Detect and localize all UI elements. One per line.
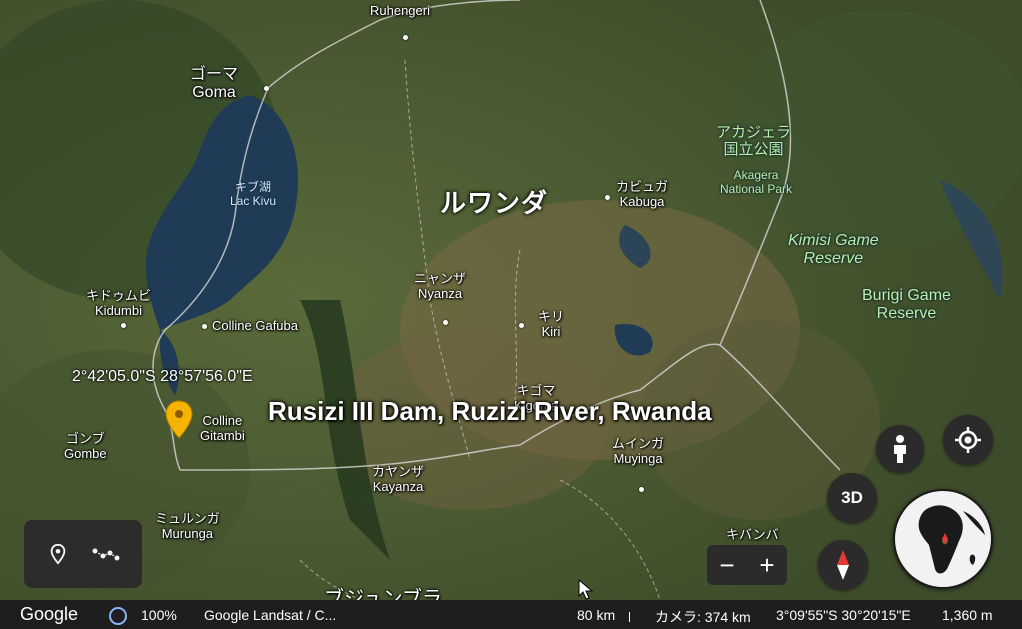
place-name-ja: カヤンザ: [372, 464, 425, 479]
place-name-ja: ゴンブ: [66, 431, 105, 446]
place-kimisi: Kimisi Game Reserve: [788, 232, 879, 269]
place-dot: [403, 35, 408, 40]
place-name-en: Ruhengeri: [370, 3, 430, 18]
place-burigi: Burigi Game Reserve: [862, 287, 951, 324]
place-kibamba: キバンバ: [726, 527, 779, 543]
place-name-en: Kidumbi: [95, 302, 142, 318]
cursor-coordinates: 3°09'55"S 30°20'15"E: [776, 607, 911, 623]
camera-altitude: カメラ: 374 km: [655, 609, 751, 625]
my-location-icon: [955, 427, 981, 453]
compass-button[interactable]: [818, 540, 868, 590]
placemark-icon: [50, 543, 66, 565]
place-name-en: Kayanza: [372, 478, 424, 494]
street-view-button[interactable]: [876, 425, 924, 473]
place-murunga: ミュルンガ Murunga: [155, 511, 220, 542]
status-bar: Google 100% Google Landsat / C... 80 km …: [0, 600, 1022, 629]
place-name-en: Burigi Game: [862, 287, 951, 304]
place-name-ja: カビュガ: [616, 179, 669, 194]
place-lac-kivu: キブ湖 Lac Kivu: [230, 180, 277, 209]
place-name-en: Gitambi: [200, 427, 245, 443]
place-dot: [443, 320, 448, 325]
placemark-title[interactable]: Rusizi III Dam, Ruzizi River, Rwanda: [268, 396, 712, 427]
place-name-en: Kiri: [541, 323, 561, 339]
scale-bar: [629, 612, 630, 622]
place-kiri: キリ Kiri: [538, 309, 565, 340]
place-dot: [121, 323, 126, 328]
place-name-en: Nyanza: [417, 285, 463, 301]
place-name-ja: キリ: [538, 309, 565, 324]
place-name-en: Gombe: [64, 445, 107, 461]
place-nyanza: ニャンザ Nyanza: [414, 271, 467, 302]
compass-icon: [837, 550, 849, 580]
place-name-en: Kimisi Game: [788, 232, 879, 249]
pegman-icon: [894, 435, 906, 463]
place-name-en: Colline: [202, 413, 243, 428]
place-name-ja: キドゥムビ: [86, 288, 152, 303]
toggle-3d-button[interactable]: 3D: [827, 473, 877, 523]
place-name-en: Goma: [192, 84, 236, 102]
place-name-en: Lac Kivu: [230, 193, 277, 208]
place-kabuga: カビュガ Kabuga: [616, 179, 669, 210]
zoom-out-button[interactable]: −: [707, 545, 747, 585]
globe-icon: [895, 491, 991, 587]
place-gombe: ゴンブ Gombe: [64, 431, 107, 462]
place-name-ja: ゴーマ: [190, 66, 239, 83]
tool-panel: [24, 520, 142, 588]
place-name-ja: アカジェラ: [716, 124, 792, 141]
place-name-en: National Park: [720, 181, 793, 196]
zoom-in-button[interactable]: +: [747, 545, 787, 585]
country-label: ルワンダ: [440, 188, 549, 218]
place-name-en: Kabuga: [619, 193, 665, 209]
place-name-en: Colline Gafuba: [212, 318, 298, 333]
place-name-ja: ミュルンガ: [155, 511, 220, 526]
place-name-ja: キバンバ: [726, 527, 779, 542]
place-muyinga: ムインガ Muyinga: [612, 436, 665, 467]
my-location-button[interactable]: [943, 415, 993, 465]
place-name-ja: 国立公園: [723, 141, 784, 159]
place-goma: ゴーマ Goma: [190, 66, 238, 103]
add-placemark-button[interactable]: [42, 538, 74, 570]
cursor-icon: [578, 579, 594, 600]
placemark-pin-icon[interactable]: [165, 400, 193, 440]
place-name-en: Reserve: [876, 305, 937, 323]
place-name-ja: ムインガ: [612, 436, 665, 451]
zoom-controls: − +: [707, 545, 787, 585]
scale-label: 80 km: [577, 607, 616, 623]
place-dot: [605, 195, 610, 200]
place-kidumbi: キドゥムビ Kidumbi: [86, 288, 152, 319]
place-name-en: Murunga: [161, 525, 214, 541]
path-icon: [92, 548, 120, 561]
place-ruhengeri: Ruhengeri: [370, 3, 430, 19]
elevation: 1,360 m: [942, 607, 993, 623]
place-name-en: Muyinga: [613, 450, 663, 466]
place-name-en: Reserve: [803, 250, 864, 268]
place-dot: [639, 487, 644, 492]
placemark-coordinates: 2°42'05.0"S 28°57'56.0"E: [72, 368, 253, 385]
place-dot: [264, 86, 269, 91]
place-dot: [519, 323, 524, 328]
draw-path-button[interactable]: [90, 538, 122, 570]
google-logo: Google: [20, 604, 79, 624]
place-name-ja: キブ湖: [235, 180, 272, 194]
place-akagera: アカジェラ 国立公園: [716, 124, 791, 159]
place-akagera-en: Akagera National Park: [720, 168, 793, 197]
place-colline-gitambi: Colline Gitambi: [200, 413, 245, 444]
attribution[interactable]: Google Landsat / C...: [204, 607, 336, 623]
place-dot: [202, 324, 207, 329]
place-name-ja: ニャンザ: [414, 271, 467, 286]
loading-percent: 100%: [141, 607, 177, 623]
globe-minimap[interactable]: [893, 489, 993, 589]
place-name-en: Akagera: [733, 168, 779, 182]
loading-ring-icon: [109, 607, 127, 625]
place-colline-gafuba: Colline Gafuba: [212, 318, 298, 334]
place-kayanza: カヤンザ Kayanza: [372, 464, 425, 495]
